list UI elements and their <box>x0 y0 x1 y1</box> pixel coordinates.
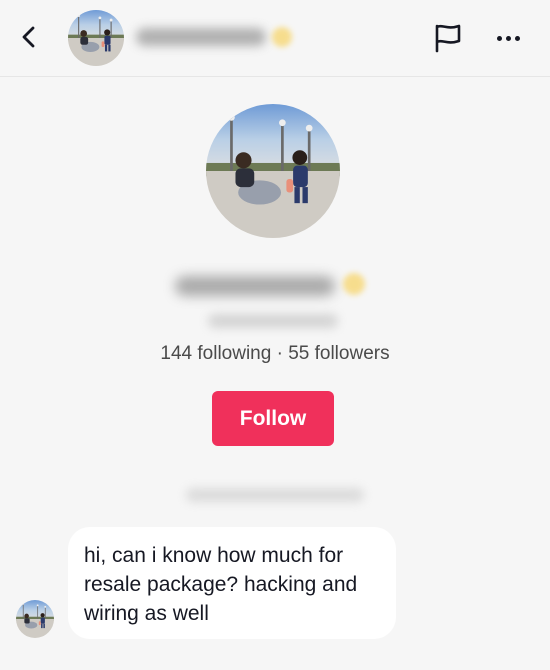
follow-button[interactable]: Follow <box>212 391 334 446</box>
top-bar <box>0 0 550 77</box>
verified-badge-icon <box>343 273 365 295</box>
message-line: wiring as well <box>84 602 209 625</box>
report-button[interactable] <box>432 22 464 54</box>
flag-icon <box>435 24 461 53</box>
follow-stats: 144 following · 55 followers <box>160 343 390 364</box>
message-line: resale package? hacking and <box>84 573 358 596</box>
header-avatar[interactable] <box>68 10 124 66</box>
message-line: hi, can i know how much for <box>84 544 344 567</box>
profile-avatar[interactable] <box>206 104 340 238</box>
more-dots-icon <box>496 35 502 41</box>
chevron-left-icon <box>22 26 35 48</box>
blurred-username <box>136 28 266 46</box>
back-button[interactable] <box>14 22 44 52</box>
more-options-button[interactable] <box>492 24 524 52</box>
message-bubble: hi, can i know how much for resale packa… <box>68 527 396 639</box>
more-dot <box>514 35 520 41</box>
sender-avatar[interactable] <box>16 600 54 638</box>
blurred-timestamp <box>186 488 364 502</box>
verified-badge-icon <box>272 27 292 47</box>
more-dot <box>505 35 511 41</box>
blurred-display-name <box>175 276 335 296</box>
blurred-handle <box>208 314 338 328</box>
